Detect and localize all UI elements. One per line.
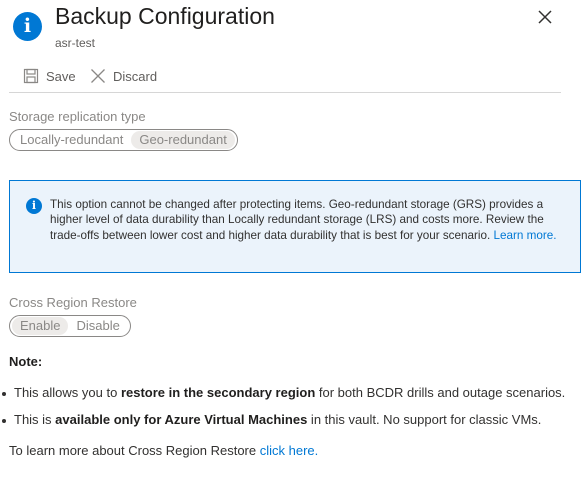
page-title: Backup Configuration [55,3,275,29]
note-bullet: This is available only for Azure Virtual… [2,412,541,427]
cross-region-restore-label: Cross Region Restore [9,295,137,310]
cross-region-restore-toggle[interactable]: Enable Disable [9,315,131,337]
option-locally-redundant[interactable]: Locally-redundant [12,131,131,149]
learn-more-text: To learn more about Cross Region Restore [9,443,260,458]
option-disable[interactable]: Disable [68,317,127,335]
note-title: Note: [9,354,43,369]
save-icon [23,68,39,84]
storage-replication-toggle[interactable]: Locally-redundant Geo-redundant [9,129,238,151]
info-message: This option cannot be changed after prot… [50,197,570,243]
storage-replication-label: Storage replication type [9,109,146,124]
info-icon: i [26,198,42,214]
bullet-dot [2,418,6,423]
info-message-text: This option cannot be changed after prot… [50,198,544,242]
blade-header: i Backup Configuration asr-test [13,3,573,53]
save-label: Save [46,68,76,84]
save-button[interactable]: Save [23,66,76,86]
bullet-text-bold: restore in the secondary region [120,385,316,400]
discard-button[interactable]: Discard [90,66,157,86]
toolbar-divider [9,92,561,93]
info-icon: i [13,12,42,41]
learn-more-link[interactable]: Learn more. [494,229,557,242]
bullet-dot [2,391,6,396]
option-enable[interactable]: Enable [12,317,69,335]
bullet-text-post: in this vault. No support for classic VM… [307,412,542,427]
click-here-link[interactable]: click here. [260,443,319,458]
cross-region-learn-more: To learn more about Cross Region Restore… [9,443,318,458]
bullet-text-pre: This is [14,412,56,427]
discard-icon [91,69,105,83]
bullet-text-bold: available only for Azure Virtual Machine… [55,412,308,427]
bullet-text-pre: This allows you to [14,385,121,400]
discard-label: Discard [113,68,158,84]
close-icon[interactable] [533,5,557,29]
note-bullet: This allows you to restore in the second… [2,385,565,400]
bullet-text-post: for both BCDR drills and outage scenario… [315,385,566,400]
info-message-bar: i This option cannot be changed after pr… [9,180,581,273]
option-geo-redundant[interactable]: Geo-redundant [131,131,235,149]
page-subtitle: asr-test [55,36,96,50]
